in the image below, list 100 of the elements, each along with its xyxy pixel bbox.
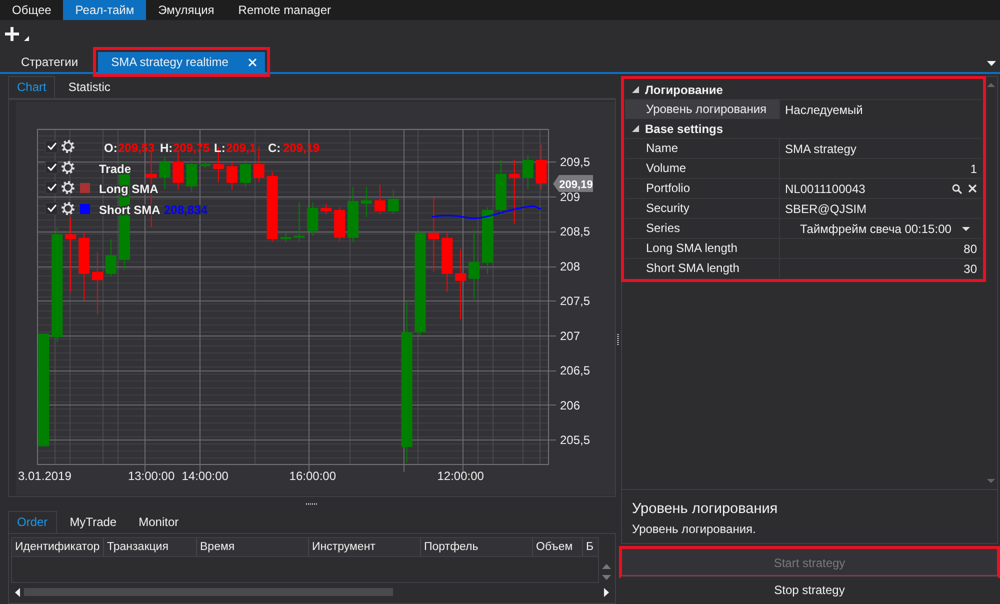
collapse-icon[interactable] (632, 86, 639, 93)
menu-tab[interactable]: Remote manager (226, 0, 344, 20)
value-field[interactable]: SBER@QJSIM (779, 199, 982, 218)
settings-icon[interactable] (62, 181, 74, 194)
scrollbar-thumb[interactable] (24, 588, 393, 596)
candlestick (266, 171, 278, 242)
candlestick (186, 158, 198, 192)
column-header[interactable]: Портфель (421, 538, 533, 556)
candlestick (508, 159, 520, 224)
tab[interactable]: Statistic (59, 76, 120, 98)
value-field[interactable]: 30 (779, 259, 982, 278)
candlestick (348, 186, 359, 242)
column-header[interactable]: Инструмент (309, 538, 421, 556)
candlestick (240, 159, 251, 188)
tab[interactable]: MyTrade (60, 511, 126, 533)
ohlc-label: L: (214, 141, 226, 155)
add-icon[interactable] (5, 26, 31, 42)
ohlc-label: H: (160, 141, 173, 155)
checkbox[interactable] (45, 181, 58, 194)
scroll-down-icon[interactable] (987, 479, 995, 483)
property-name[interactable]: Name (625, 139, 779, 158)
clear-icon[interactable] (968, 184, 977, 193)
property-name[interactable]: Long SMA length (625, 239, 779, 258)
candlestick (360, 186, 372, 218)
column-header[interactable]: Объем (533, 538, 583, 556)
axis-label: 205,5 (560, 433, 590, 448)
value-field[interactable]: 80 (779, 239, 982, 258)
tab[interactable]: Chart (8, 76, 56, 98)
scroll-left-icon[interactable] (15, 588, 20, 596)
value-field[interactable]: NL0011100043 (785, 182, 866, 196)
axis-label: 207 (560, 328, 580, 343)
ohlc-value: 209,1 (226, 141, 256, 155)
scroll-right-icon[interactable] (604, 588, 609, 596)
property-name[interactable]: Portfolio (625, 179, 779, 198)
splitter-handle-icon[interactable] (306, 503, 318, 505)
scroll-up-icon[interactable] (602, 564, 610, 569)
column-header[interactable]: Время (197, 538, 309, 556)
ohlc-label: C: (268, 141, 281, 155)
checkbox[interactable] (45, 140, 58, 153)
document-tab[interactable]: SMA strategy realtime (98, 52, 266, 72)
ohlc-value: 209,75 (173, 141, 210, 155)
dropdown-arrow-icon[interactable] (987, 61, 996, 66)
value-field[interactable]: Наследуемый (779, 100, 982, 119)
dropdown[interactable]: Таймфрейм свеча 00:15:00 (779, 219, 982, 238)
candlestick (334, 206, 346, 242)
menu-tab[interactable]: Эмуляция (146, 0, 226, 20)
checkbox[interactable] (45, 202, 58, 215)
splitter-handle-icon[interactable] (617, 334, 619, 346)
property-name[interactable]: Security (625, 199, 779, 218)
candlestick (200, 162, 211, 169)
ohlc-label: O: (104, 141, 118, 155)
axis-label: 208,5 (560, 224, 590, 239)
settings-icon[interactable] (62, 140, 74, 153)
property-name[interactable]: Short SMA length (625, 259, 779, 278)
candlestick (536, 144, 547, 190)
settings-icon[interactable] (62, 202, 74, 215)
axis-label: 16:00:00 (289, 469, 336, 483)
candlestick (92, 252, 104, 315)
ohlc-value: 209,53 (118, 141, 155, 155)
column-header[interactable]: Идентификатор (12, 538, 104, 556)
candlestick (294, 202, 305, 242)
property-name[interactable]: Уровень логирования (625, 100, 779, 119)
category-title: Base settings (645, 122, 724, 136)
category-header[interactable]: Base settings (625, 119, 982, 138)
axis-label: 207,5 (560, 294, 590, 308)
axis-label: 209 (560, 190, 580, 204)
search-icon[interactable] (952, 184, 962, 194)
candlestick (442, 232, 453, 292)
tab[interactable]: Monitor (130, 511, 188, 533)
column-header[interactable]: Транзакция (104, 538, 197, 556)
axis-label: 206 (560, 398, 580, 412)
column-header[interactable]: Б (583, 538, 598, 556)
value-field[interactable]: 1 (779, 159, 982, 178)
description-text: Уровень логирования. (632, 522, 757, 536)
document-tab[interactable]: Стратегии (13, 52, 86, 72)
property-name[interactable]: Volume (625, 159, 779, 178)
scroll-down-icon[interactable] (602, 575, 610, 580)
description-title: Уровень логирования (632, 500, 779, 518)
menu-tab[interactable]: Общее (0, 0, 64, 20)
category-title: Логирование (645, 82, 723, 96)
scroll-up-icon[interactable] (987, 83, 995, 87)
candlestick (105, 238, 116, 278)
price-tag: 209,19 (553, 175, 593, 192)
candlestick (226, 162, 238, 190)
collapse-icon[interactable] (632, 125, 639, 132)
candlestick (374, 184, 386, 215)
checkbox[interactable] (45, 161, 58, 174)
tab-label: Стратегии (21, 54, 78, 71)
property-name[interactable]: Series (625, 219, 779, 238)
close-icon[interactable] (248, 58, 258, 66)
menu-tab[interactable]: Реал-тайм (63, 0, 146, 20)
axis-label: 14:00:00 (182, 469, 228, 483)
settings-icon[interactable] (62, 161, 74, 174)
tab[interactable]: Order (8, 511, 57, 533)
value-field[interactable]: SMA strategy (779, 139, 982, 158)
candlestick (468, 230, 480, 300)
ohlc-value: 209,19 (283, 141, 320, 155)
category-header[interactable]: Логирование (625, 80, 982, 99)
series-name: Trade (99, 162, 132, 176)
series-value: 208,834 (164, 203, 208, 217)
